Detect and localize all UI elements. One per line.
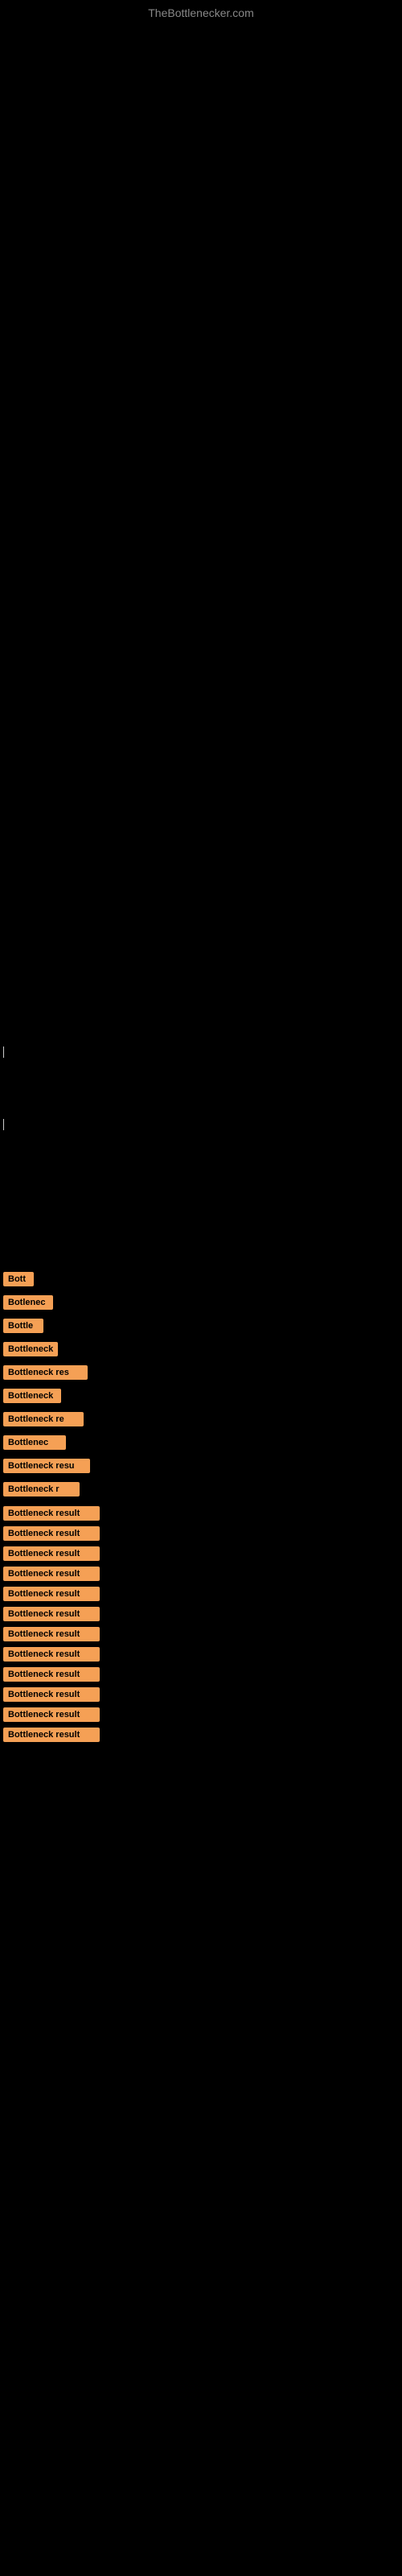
bottleneck-result-item: Bottleneck re <box>0 1412 402 1430</box>
bottleneck-label: Bottleneck <box>3 1389 61 1403</box>
bottleneck-label: Bottleneck result <box>3 1546 100 1561</box>
bottleneck-label: Bottleneck result <box>3 1728 100 1742</box>
bottleneck-label: Bottleneck resu <box>3 1459 90 1473</box>
bottleneck-label: Bottleneck result <box>3 1607 100 1621</box>
bottleneck-label: Bottleneck res <box>3 1365 88 1380</box>
bottleneck-result-item: Bottleneck result <box>0 1707 402 1722</box>
bottleneck-label: Bottleneck result <box>3 1587 100 1601</box>
bottleneck-result-item: Bottleneck result <box>0 1626 402 1641</box>
bottleneck-result-item: Bottlenec <box>0 1435 402 1454</box>
bottleneck-label: Bottleneck r <box>3 1482 80 1496</box>
bottleneck-label: Bottleneck result <box>3 1707 100 1722</box>
bottleneck-label: Bottleneck result <box>3 1667 100 1682</box>
bottleneck-label: Bottlenec <box>3 1435 66 1450</box>
bottleneck-result-item: Bottleneck result <box>0 1566 402 1581</box>
bottleneck-label: Bottleneck result <box>3 1567 100 1581</box>
bottleneck-result-item: Bottleneck result <box>0 1525 402 1541</box>
bottleneck-result-item: Bottle <box>0 1319 402 1337</box>
bottleneck-result-item: Bottleneck result <box>0 1606 402 1621</box>
site-title: TheBottlenecker.com <box>148 6 254 19</box>
cursor-line-2 <box>3 1119 4 1130</box>
bottleneck-result-item: Bottleneck <box>0 1389 402 1407</box>
bottleneck-label: Bottleneck result <box>3 1526 100 1541</box>
bottleneck-items-container: Bott Botlenec Bottle Bottleneck Bottleneck r… <box>0 1272 402 1747</box>
bottleneck-result-item: Bottleneck result <box>0 1666 402 1682</box>
bottleneck-result-item: Bottleneck r <box>0 1482 402 1501</box>
bottleneck-result-item: Bottleneck result <box>0 1686 402 1702</box>
bottleneck-label: Bottleneck result <box>3 1687 100 1702</box>
bottleneck-label: Bottleneck re <box>3 1412 84 1426</box>
bottleneck-label: Bott <box>3 1272 34 1286</box>
bottleneck-label: Botlenec <box>3 1295 53 1310</box>
bottleneck-result-item: Bottleneck result <box>0 1505 402 1521</box>
bottleneck-label: Bottleneck result <box>3 1647 100 1662</box>
bottleneck-result-item: Bottleneck result <box>0 1586 402 1601</box>
bottleneck-label: Bottleneck <box>3 1342 58 1356</box>
bottleneck-result-item: Bottleneck <box>0 1342 402 1360</box>
bottleneck-result-item: Botlenec <box>0 1295 402 1314</box>
bottleneck-label: Bottleneck result <box>3 1506 100 1521</box>
bottleneck-label: Bottleneck result <box>3 1627 100 1641</box>
bottleneck-result-item: Bottleneck result <box>0 1727 402 1742</box>
bottleneck-result-item: Bottleneck result <box>0 1546 402 1561</box>
bottleneck-result-item: Bottleneck result <box>0 1646 402 1662</box>
cursor-line-1 <box>3 1046 4 1058</box>
bottleneck-result-item: Bottleneck resu <box>0 1459 402 1477</box>
bottleneck-label: Bottle <box>3 1319 43 1333</box>
bottleneck-result-item: Bott <box>0 1272 402 1290</box>
bottleneck-result-item: Bottleneck res <box>0 1365 402 1384</box>
